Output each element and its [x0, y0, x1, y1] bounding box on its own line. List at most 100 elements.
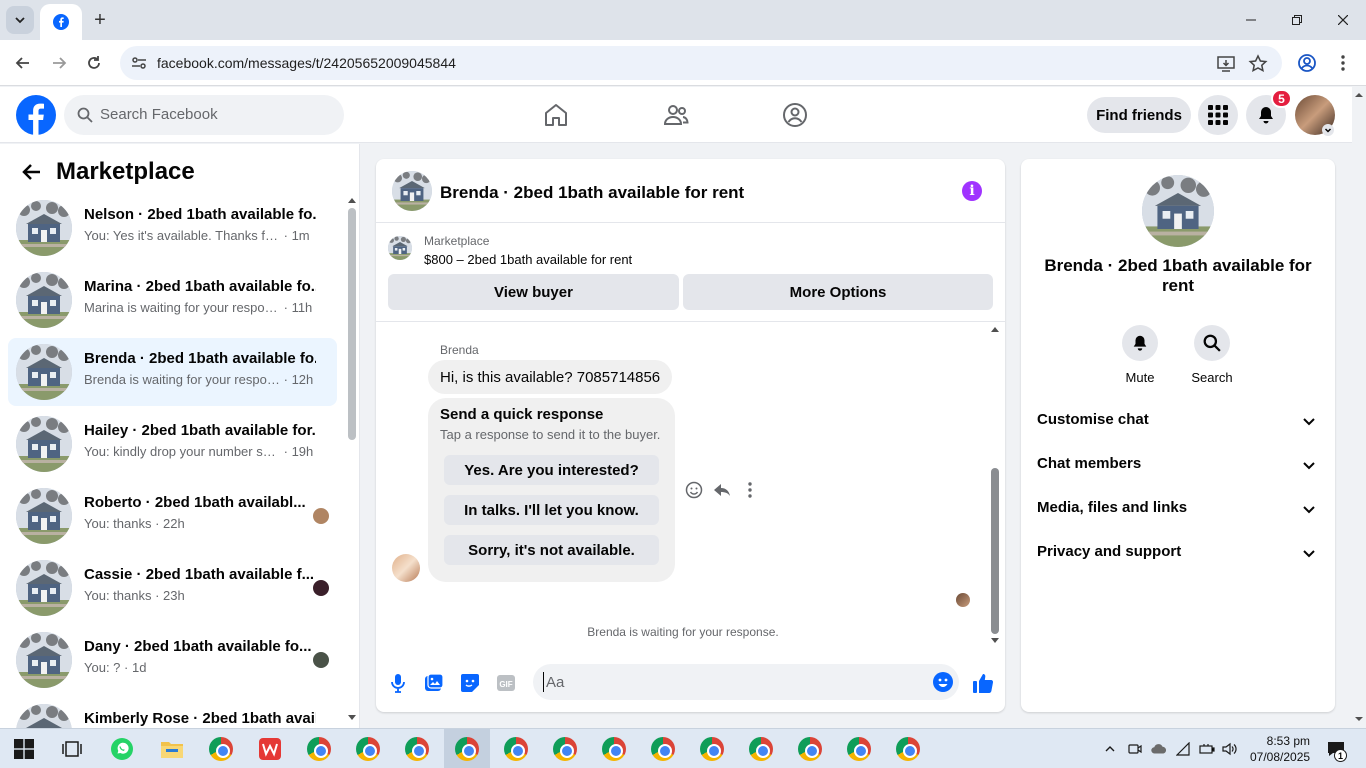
onedrive-button[interactable]: [1151, 741, 1167, 757]
search-in-chat-button[interactable]: [1194, 325, 1230, 361]
emoji-icon[interactable]: [933, 672, 953, 692]
listing-price-title[interactable]: $800 – 2bed 1bath available for rent: [424, 252, 632, 267]
conversation-item[interactable]: Dany · 2bed 1bath available fo... You: ?…: [8, 626, 337, 694]
mute-button[interactable]: [1122, 325, 1158, 361]
scroll-up-icon[interactable]: [347, 196, 357, 204]
chrome-taskbar-button[interactable]: [699, 736, 725, 762]
conversation-item[interactable]: Roberto · 2bed 1bath availabl... You: th…: [8, 482, 337, 550]
notification-count-badge: 5: [1271, 89, 1292, 108]
conversation-item[interactable]: Marina · 2bed 1bath available fo... Mari…: [8, 266, 337, 334]
view-buyer-button[interactable]: View buyer: [388, 274, 679, 310]
site-info-icon[interactable]: [130, 54, 148, 72]
browser-tab-facebook[interactable]: [40, 4, 82, 40]
file-explorer-taskbar-button[interactable]: [159, 736, 185, 762]
chrome-taskbar-button-active[interactable]: [454, 736, 480, 762]
chat-title[interactable]: Brenda · 2bed 1bath available for rent: [440, 183, 744, 203]
info-icon[interactable]: i: [962, 181, 982, 201]
back-button[interactable]: [8, 48, 38, 78]
browser-menu-button[interactable]: [1328, 48, 1358, 78]
url-text[interactable]: facebook.com/messages/t/2420565200904584…: [157, 55, 456, 71]
send-like-button[interactable]: [972, 672, 994, 694]
restore-button[interactable]: [1274, 0, 1320, 40]
voice-clip-button[interactable]: [387, 672, 409, 694]
meet-now-button[interactable]: [1127, 741, 1143, 757]
conversation-item[interactable]: Cassie · 2bed 1bath available f... You: …: [8, 554, 337, 622]
conversation-item[interactable]: Kimberly Rose · 2bed 1bath avail...: [8, 698, 337, 728]
page-scroll-up-icon[interactable]: [1354, 90, 1364, 100]
quick-response-option[interactable]: In talks. I'll let you know.: [444, 495, 659, 525]
battery-button[interactable]: [1199, 741, 1215, 757]
chat-scrollbar[interactable]: [991, 468, 999, 634]
quick-response-option[interactable]: Yes. Are you interested?: [444, 455, 659, 485]
page-scroll-down-icon[interactable]: [1354, 714, 1364, 724]
forward-button[interactable]: [44, 48, 74, 78]
section-media-files-links[interactable]: Media, files and links: [1029, 488, 1327, 528]
chat-scroll-up-icon[interactable]: [990, 325, 1000, 333]
sender-avatar[interactable]: [392, 554, 420, 582]
chat-profile-avatar[interactable]: [1142, 175, 1214, 247]
chrome-taskbar-button[interactable]: [895, 736, 921, 762]
facebook-search-box[interactable]: Search Facebook: [64, 95, 344, 135]
volume-button[interactable]: [1222, 741, 1238, 757]
whatsapp-taskbar-button[interactable]: [109, 736, 135, 762]
more-message-actions-button[interactable]: [740, 480, 760, 500]
profile-button[interactable]: [1292, 48, 1322, 78]
network-button[interactable]: [1176, 741, 1192, 757]
wps-office-taskbar-button[interactable]: [257, 736, 283, 762]
show-hidden-icons-button[interactable]: [1102, 741, 1118, 757]
message-composer[interactable]: [533, 664, 959, 700]
chrome-taskbar-button[interactable]: [552, 736, 578, 762]
chrome-taskbar-button[interactable]: [797, 736, 823, 762]
task-view-button[interactable]: [59, 736, 85, 762]
section-chat-members[interactable]: Chat members: [1029, 444, 1327, 484]
back-arrow-icon[interactable]: [20, 160, 44, 184]
facebook-logo[interactable]: [16, 95, 56, 135]
mute-action[interactable]: Mute: [1110, 325, 1170, 385]
friends-nav-button[interactable]: [658, 97, 694, 133]
conversation-item[interactable]: Nelson · 2bed 1bath available fo... You:…: [8, 194, 337, 262]
scroll-down-icon[interactable]: [347, 714, 357, 722]
chrome-taskbar-button[interactable]: [846, 736, 872, 762]
groups-nav-button[interactable]: [777, 97, 813, 133]
chrome-taskbar-button[interactable]: [208, 736, 234, 762]
new-tab-button[interactable]: +: [88, 8, 112, 32]
chrome-taskbar-button[interactable]: [355, 736, 381, 762]
install-app-icon[interactable]: [1216, 54, 1236, 74]
quick-response-option[interactable]: Sorry, it's not available.: [444, 535, 659, 565]
home-nav-button[interactable]: [538, 97, 574, 133]
chrome-taskbar-button[interactable]: [748, 736, 774, 762]
more-options-button[interactable]: More Options: [683, 274, 993, 310]
minimize-button[interactable]: [1228, 0, 1274, 40]
chrome-taskbar-button[interactable]: [404, 736, 430, 762]
start-button[interactable]: [11, 736, 37, 762]
reload-button[interactable]: [79, 48, 109, 78]
chrome-taskbar-button[interactable]: [306, 736, 332, 762]
chrome-taskbar-button[interactable]: [601, 736, 627, 762]
bookmark-star-icon[interactable]: [1248, 54, 1268, 74]
chat-profile-name[interactable]: Brenda · 2bed 1bath available for rent: [1037, 256, 1319, 296]
sticker-button[interactable]: [459, 672, 481, 694]
clock[interactable]: 8:53 pm 07/08/2025: [1250, 733, 1310, 765]
attach-media-button[interactable]: [423, 672, 445, 694]
section-privacy-support[interactable]: Privacy and support: [1029, 532, 1327, 572]
gif-button[interactable]: GIF: [495, 672, 517, 694]
close-window-button[interactable]: [1320, 0, 1366, 40]
omnibox[interactable]: facebook.com/messages/t/2420565200904584…: [120, 46, 1282, 80]
conversation-list-scrollbar[interactable]: [348, 208, 356, 440]
menu-button[interactable]: [1198, 95, 1238, 135]
incoming-message[interactable]: Hi, is this available? 7085714856: [428, 360, 673, 394]
conversation-item-active[interactable]: Brenda · 2bed 1bath available fo... Bren…: [8, 338, 337, 406]
chat-scroll-down-icon[interactable]: [990, 637, 1000, 645]
chrome-taskbar-button[interactable]: [503, 736, 529, 762]
section-customise-chat[interactable]: Customise chat: [1029, 400, 1327, 440]
reply-button[interactable]: [712, 480, 732, 500]
chrome-taskbar-button[interactable]: [650, 736, 676, 762]
chat-house-avatar[interactable]: [392, 171, 432, 211]
react-button[interactable]: [684, 480, 704, 500]
conversation-item[interactable]: Hailey · 2bed 1bath available for... You…: [8, 410, 337, 478]
account-chevron-icon[interactable]: [1322, 124, 1334, 136]
tab-search-button[interactable]: [6, 6, 34, 34]
message-input[interactable]: [543, 672, 913, 692]
find-friends-button[interactable]: Find friends: [1087, 97, 1191, 133]
search-action[interactable]: Search: [1182, 325, 1242, 385]
